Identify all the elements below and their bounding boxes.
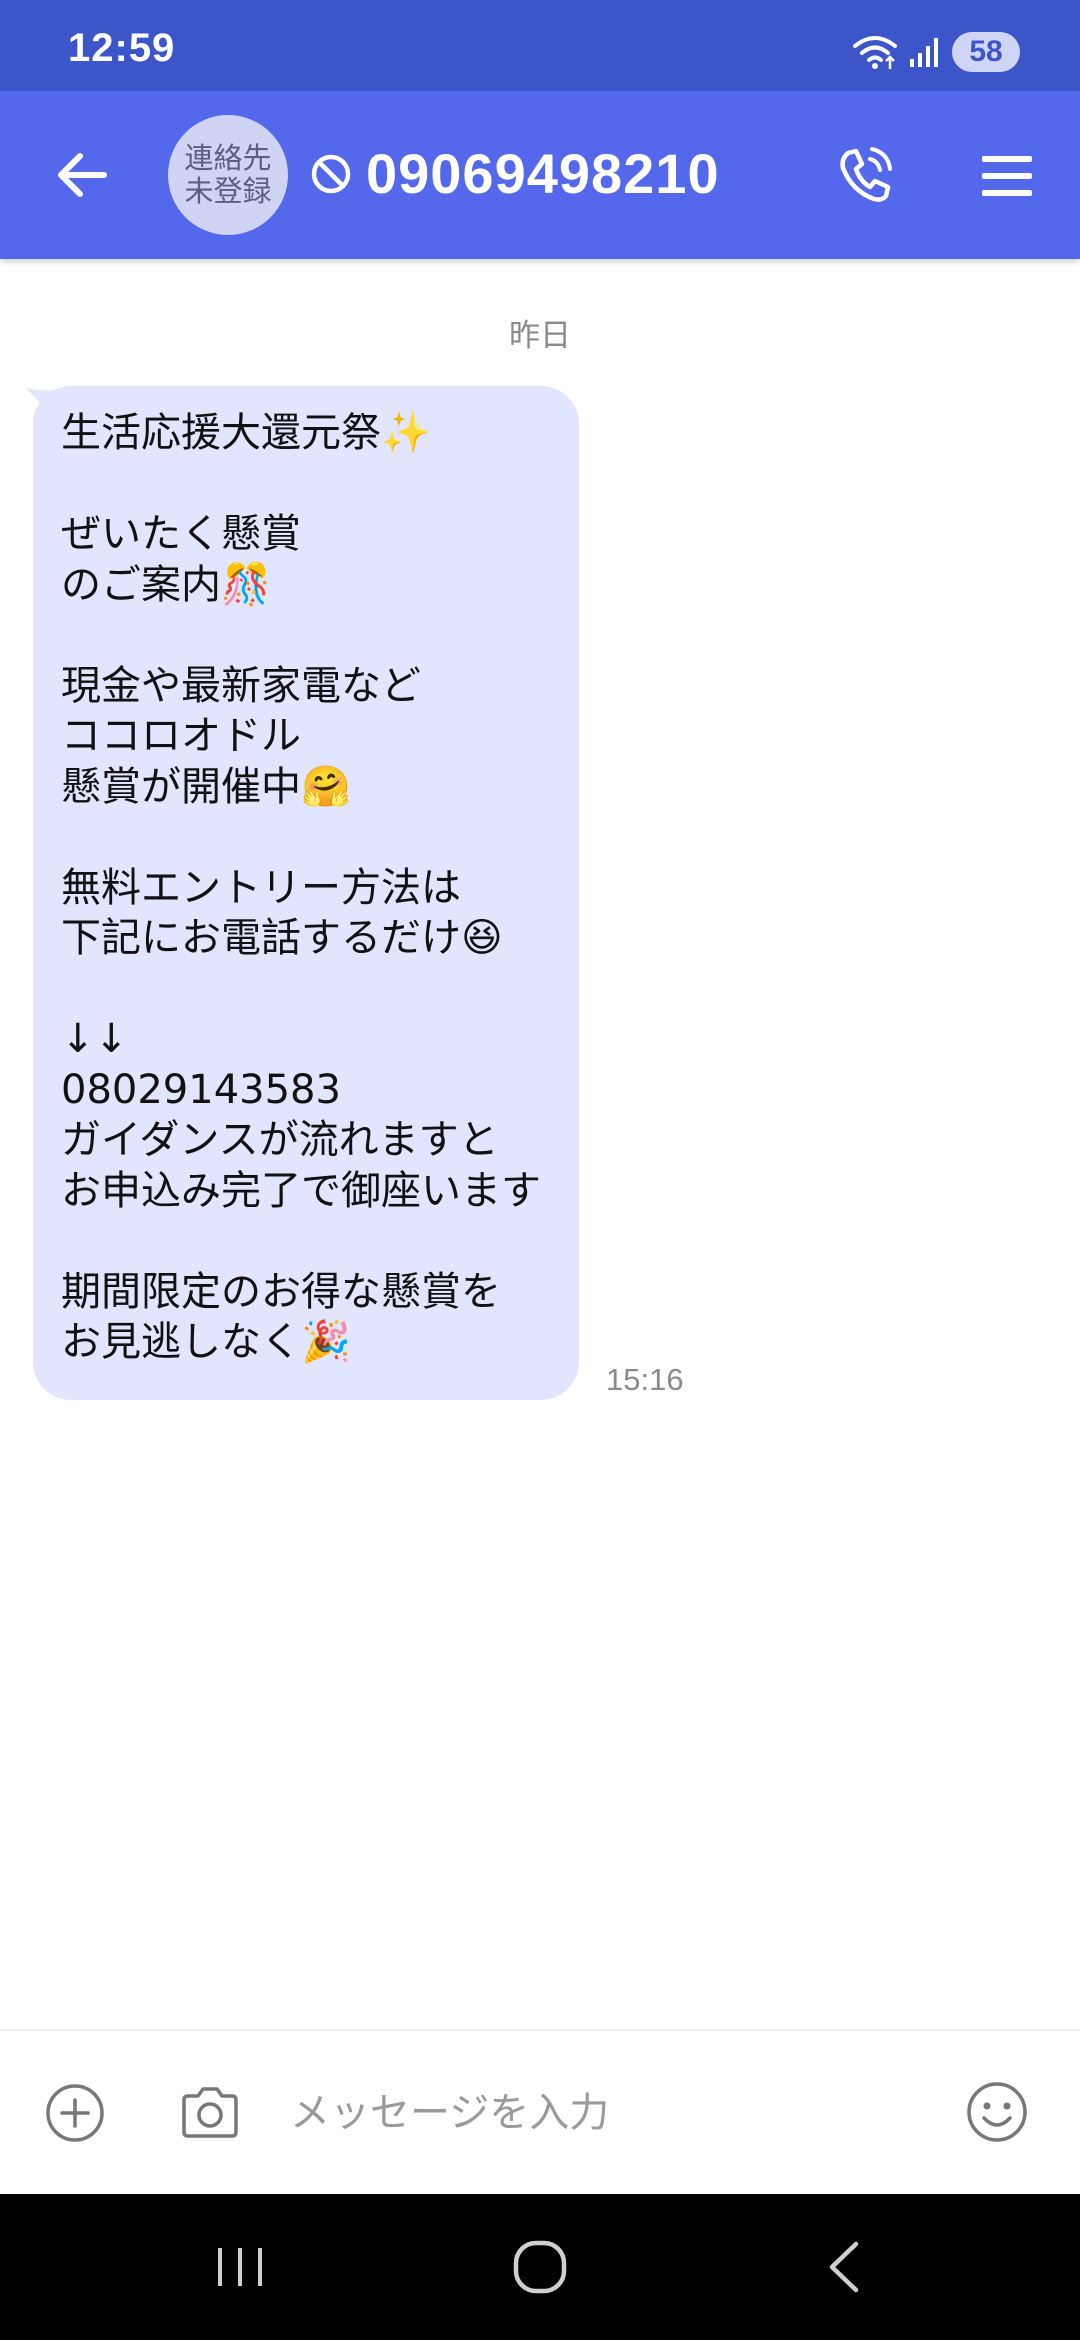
status-bar: 12:59 58 (0, 0, 1080, 91)
status-time: 12:59 (68, 26, 176, 70)
message-timestamp: 15:16 (606, 1362, 684, 1397)
avatar-line1: 連絡先 (184, 141, 272, 175)
camera-icon[interactable] (178, 2082, 242, 2144)
back-arrow-icon[interactable] (48, 139, 120, 211)
hamburger-menu-icon[interactable] (970, 141, 1044, 211)
input-divider (0, 2029, 1080, 2031)
message-input[interactable] (290, 2080, 930, 2146)
avatar[interactable]: 連絡先 未登録 (168, 115, 288, 235)
wifi-icon (853, 36, 897, 69)
system-nav-bar (0, 2194, 1080, 2340)
message-bubble[interactable]: 生活応援大還元祭✨ ぜいたく懸賞 のご案内🎊 現金や最新家電など ココロオドル … (33, 386, 579, 1400)
message-text: 生活応援大還元祭✨ ぜいたく懸賞 のご案内🎊 現金や最新家電など ココロオドル … (61, 410, 541, 1365)
conversation-header: 連絡先 未登録 09069498210 (0, 91, 1080, 259)
recent-apps-icon[interactable] (200, 2232, 280, 2302)
add-circle-icon[interactable] (44, 2082, 106, 2144)
emoji-icon[interactable] (965, 2080, 1029, 2144)
battery-icon: 58 (952, 32, 1020, 72)
blocked-icon (311, 154, 351, 194)
contact-phone-number: 09069498210 (366, 142, 720, 205)
home-icon[interactable] (500, 2232, 580, 2302)
status-icons: 58 (852, 30, 1020, 74)
date-separator: 昨日 (509, 318, 571, 354)
avatar-line2: 未登録 (184, 174, 272, 208)
phone-call-icon[interactable] (830, 139, 902, 211)
signal-icon (910, 38, 938, 67)
back-icon[interactable] (804, 2232, 884, 2302)
